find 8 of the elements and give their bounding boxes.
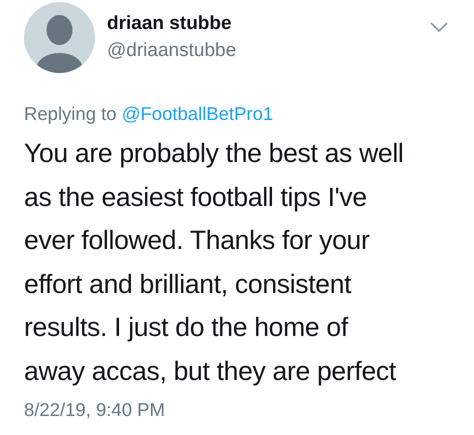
author-name[interactable]: driaan stubbe [107, 13, 232, 35]
avatar [24, 2, 95, 73]
replying-to-text: Replying to @FootballBetPro1 [24, 103, 274, 125]
timestamp: 8/22/19, 9:40 PM [24, 399, 165, 421]
chevron-down-icon[interactable] [430, 22, 448, 33]
tweet-text: You are probably the best as well as the easiest football tips I've ever followed. Thanks for your effort and brilliant, consistent results. I just do the home of away accas, but they are perfect [24, 137, 404, 388]
author-handle[interactable]: @driaanstubbe [107, 40, 236, 62]
mention-link[interactable]: @FootballBetPro1 [122, 103, 274, 124]
